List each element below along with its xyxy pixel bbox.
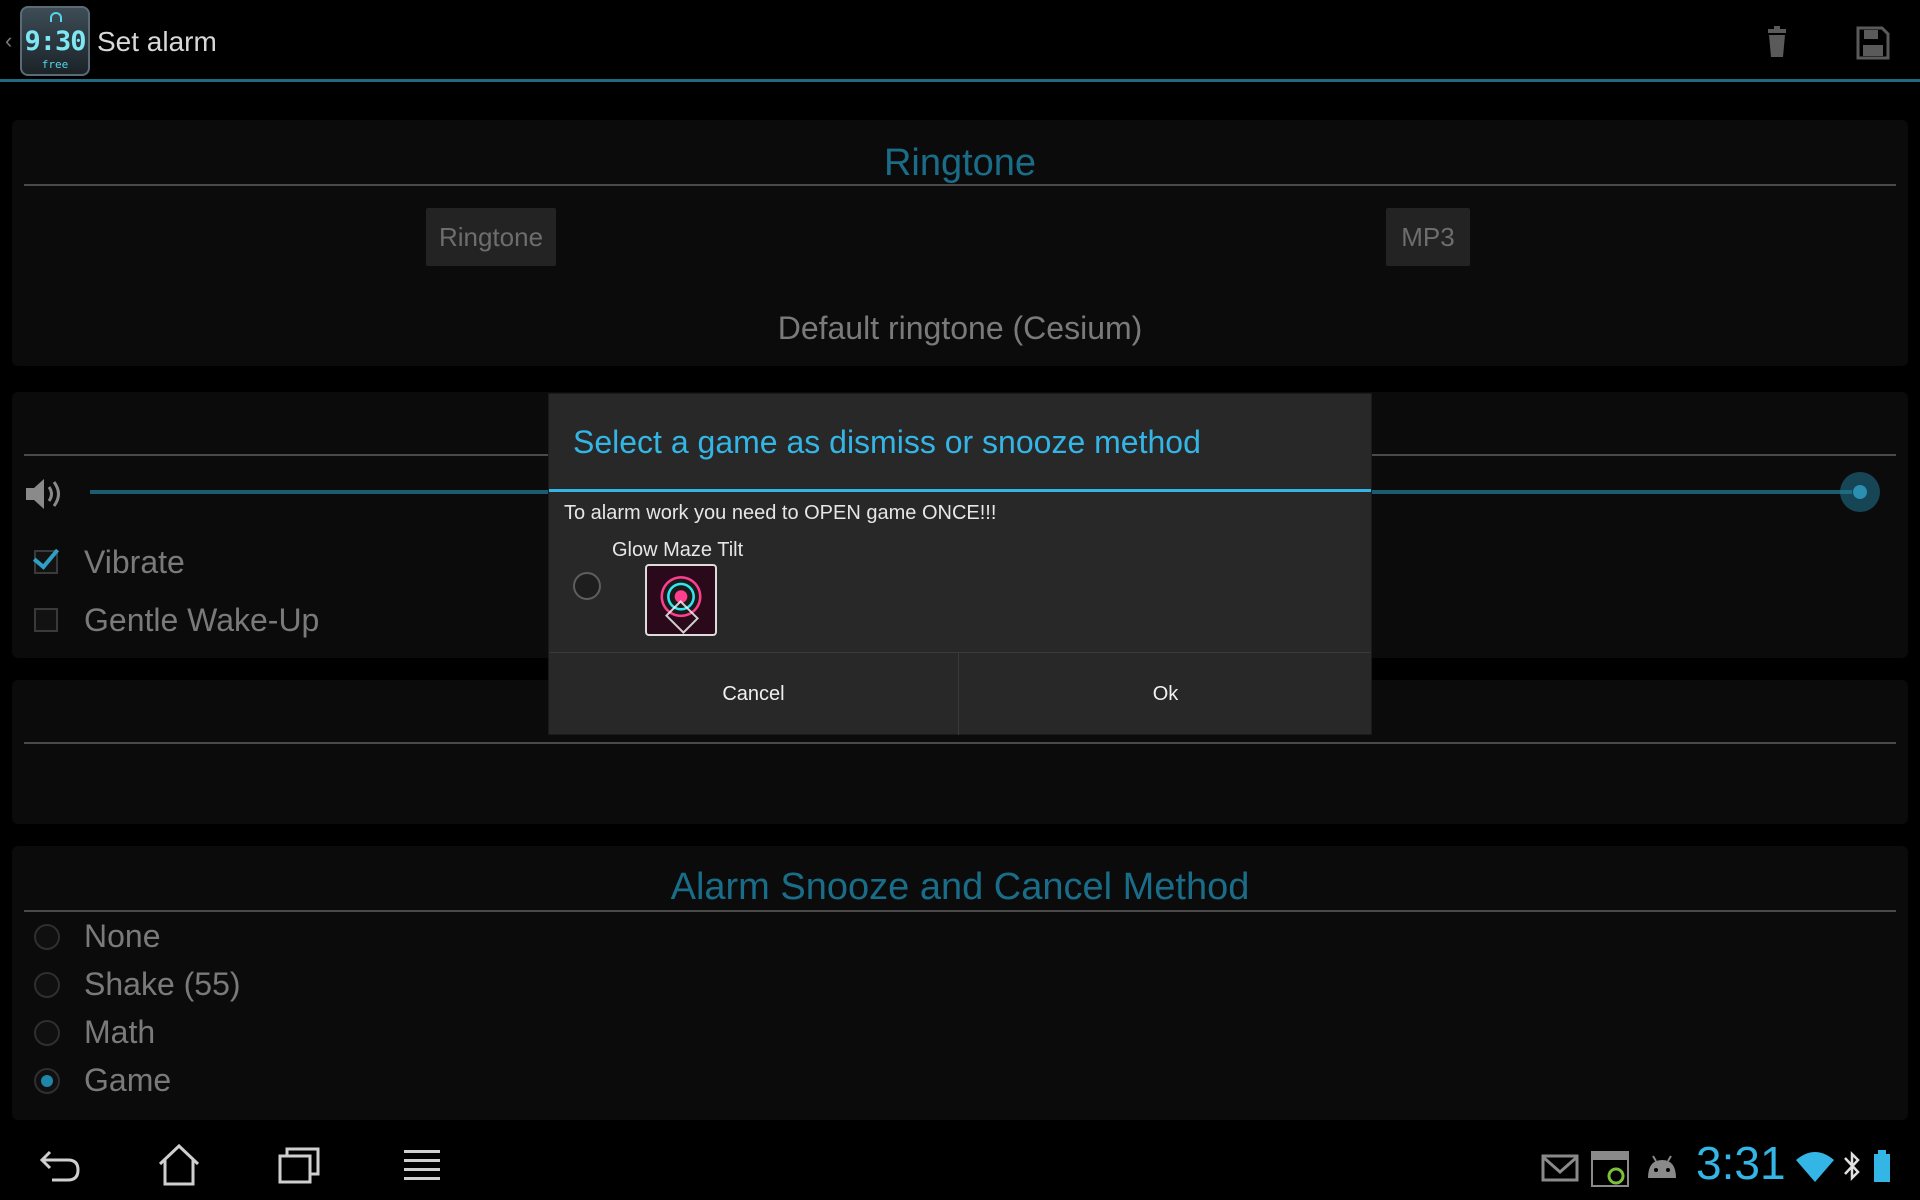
recent-apps-icon[interactable] bbox=[274, 1142, 324, 1188]
dialog-message: To alarm work you need to OPEN game ONCE… bbox=[564, 502, 997, 524]
snooze-option-label: Shake (55) bbox=[84, 966, 241, 1002]
save-icon[interactable] bbox=[1850, 20, 1894, 64]
volume-slider-thumb[interactable] bbox=[1840, 472, 1880, 512]
snooze-section-title: Alarm Snooze and Cancel Method bbox=[670, 866, 1250, 908]
divider bbox=[24, 184, 1896, 186]
check-icon bbox=[32, 542, 60, 570]
snooze-method-card: Alarm Snooze and Cancel Method None Shak… bbox=[12, 846, 1908, 1120]
gentle-wakeup-checkbox[interactable] bbox=[34, 608, 58, 632]
game-radio-button[interactable] bbox=[573, 572, 601, 600]
system-bar: 3:31 bbox=[0, 1128, 1920, 1200]
vibrate-checkbox[interactable] bbox=[32, 542, 60, 574]
back-chevron-icon[interactable]: ‹ bbox=[5, 30, 15, 52]
android-icon[interactable] bbox=[1642, 1150, 1682, 1184]
radio-button[interactable] bbox=[34, 924, 60, 950]
battery-icon bbox=[1872, 1148, 1892, 1184]
dialog-button-bar: Cancel Ok bbox=[549, 652, 1371, 735]
vibrate-label: Vibrate bbox=[84, 544, 185, 580]
ringtone-section-title: Ringtone bbox=[883, 142, 1037, 184]
radio-button[interactable] bbox=[34, 1020, 60, 1046]
action-bar: ‹ 9:30 free Set alarm bbox=[0, 0, 1920, 82]
radio-button[interactable] bbox=[34, 972, 60, 998]
back-icon[interactable] bbox=[36, 1142, 86, 1188]
cancel-button[interactable]: Cancel bbox=[549, 653, 959, 735]
app-icon-time: 9:30 bbox=[24, 26, 86, 57]
page-title: Set alarm bbox=[97, 26, 217, 57]
dialog-title: Select a game as dismiss or snooze metho… bbox=[573, 424, 1201, 460]
app-icon[interactable]: 9:30 free bbox=[20, 6, 90, 76]
screenshot-icon[interactable] bbox=[1590, 1150, 1630, 1187]
system-clock[interactable]: 3:31 bbox=[1696, 1136, 1786, 1190]
mp3-source-button[interactable]: MP3 bbox=[1386, 208, 1470, 266]
ok-button[interactable]: Ok bbox=[960, 653, 1371, 735]
ringtone-source-button[interactable]: Ringtone bbox=[426, 208, 556, 266]
divider bbox=[24, 910, 1896, 912]
gmail-icon[interactable] bbox=[1540, 1150, 1580, 1184]
snooze-option-label: Game bbox=[84, 1062, 172, 1098]
game-name[interactable]: Glow Maze Tilt bbox=[612, 539, 743, 562]
ringtone-card: Ringtone Ringtone MP3 Default ringtone (… bbox=[12, 120, 1908, 366]
radio-button-selected[interactable] bbox=[34, 1068, 60, 1094]
app-icon-badge: free bbox=[41, 58, 69, 71]
menu-icon[interactable] bbox=[398, 1142, 448, 1188]
gentle-wakeup-label: Gentle Wake-Up bbox=[84, 602, 320, 638]
trash-icon[interactable] bbox=[1755, 20, 1799, 64]
speaker-icon bbox=[22, 474, 66, 514]
current-ringtone[interactable]: Default ringtone (Cesium) bbox=[12, 310, 1908, 347]
dialog-divider bbox=[549, 489, 1371, 492]
divider bbox=[24, 742, 1896, 744]
bluetooth-icon bbox=[1842, 1148, 1862, 1184]
glow-maze-tilt-icon[interactable] bbox=[645, 564, 717, 636]
bell-icon bbox=[50, 12, 62, 22]
game-select-dialog: Select a game as dismiss or snooze metho… bbox=[549, 394, 1371, 735]
snooze-option-label: None bbox=[84, 918, 161, 954]
wifi-icon bbox=[1794, 1148, 1836, 1184]
home-icon[interactable] bbox=[154, 1142, 204, 1188]
snooze-option-label: Math bbox=[84, 1014, 156, 1050]
gem-shape bbox=[665, 600, 699, 634]
